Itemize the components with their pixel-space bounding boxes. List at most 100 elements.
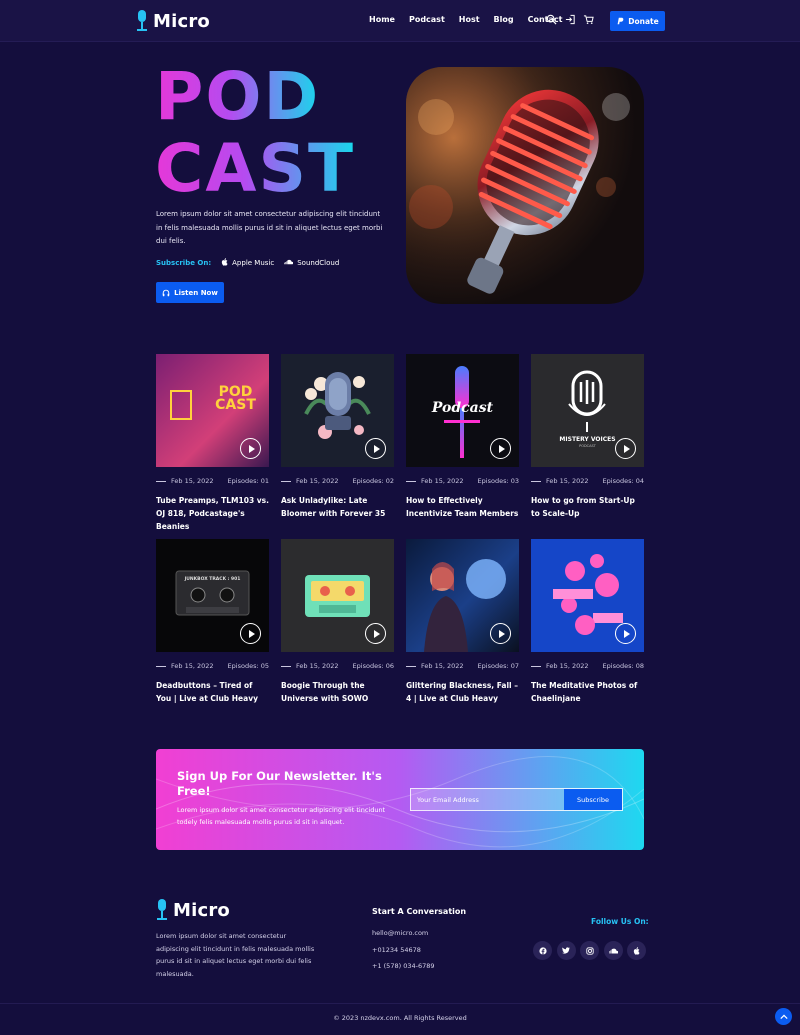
brand-name: Micro bbox=[153, 10, 210, 32]
email-input[interactable] bbox=[411, 789, 564, 810]
episode-title[interactable]: How to Effectively Incentivize Team Memb… bbox=[406, 494, 519, 520]
episode-card-7[interactable]: Feb 15, 2022 Episodes: 07 Glittering Bla… bbox=[406, 539, 519, 705]
social-links bbox=[533, 941, 651, 960]
decorative-frame bbox=[170, 390, 192, 420]
apple-icon[interactable] bbox=[627, 941, 646, 960]
microphone-logo-icon bbox=[136, 10, 148, 32]
newsletter-banner: Sign Up For Our Newsletter. It's Free! L… bbox=[156, 749, 644, 850]
episode-meta: Feb 15, 2022 Episodes: 05 bbox=[156, 662, 269, 670]
soundcloud-link[interactable]: SoundCloud bbox=[284, 259, 339, 267]
episode-title[interactable]: Ask Unladylike: Late Bloomer with Foreve… bbox=[281, 494, 394, 520]
episode-date: Feb 15, 2022 bbox=[421, 477, 464, 485]
episode-number: Episodes: 04 bbox=[602, 477, 644, 485]
episode-thumbnail[interactable] bbox=[281, 354, 394, 467]
meta-dash bbox=[406, 480, 416, 482]
footer-logo[interactable]: Micro bbox=[156, 899, 230, 921]
contact-phone-2[interactable]: +1 (578) 034-6789 bbox=[372, 962, 435, 970]
episode-number: Episodes: 01 bbox=[227, 477, 269, 485]
episode-card-2[interactable]: Feb 15, 2022 Episodes: 02 Ask Unladylike… bbox=[281, 354, 394, 520]
episode-title[interactable]: Deadbuttons – Tired of You | Live at Clu… bbox=[156, 679, 269, 705]
episode-title[interactable]: Glittering Blackness, Fall – 4 | Live at… bbox=[406, 679, 519, 705]
play-button[interactable] bbox=[490, 623, 511, 644]
episode-thumbnail[interactable]: Podcast bbox=[406, 354, 519, 467]
meta-dash bbox=[406, 665, 416, 667]
play-button[interactable] bbox=[365, 623, 386, 644]
play-button[interactable] bbox=[615, 438, 636, 459]
episode-number: Episodes: 03 bbox=[477, 477, 519, 485]
episode-thumbnail[interactable] bbox=[281, 539, 394, 652]
play-button[interactable] bbox=[615, 623, 636, 644]
episode-meta: Feb 15, 2022 Episodes: 06 bbox=[281, 662, 394, 670]
headphones-icon bbox=[162, 289, 170, 296]
soundcloud-label: SoundCloud bbox=[297, 259, 340, 267]
subscribe-row: Subscribe On: Apple Music SoundCloud bbox=[156, 258, 349, 268]
episode-card-4[interactable]: MISTERY VOICES PODCAST Feb 15, 2022 Epis… bbox=[531, 354, 644, 520]
episode-meta: Feb 15, 2022 Episodes: 03 bbox=[406, 477, 519, 485]
top-navbar: Micro Home Podcast Host Blog Contact Don… bbox=[0, 0, 800, 42]
episode-card-8[interactable]: Feb 15, 2022 Episodes: 08 The Meditative… bbox=[531, 539, 644, 705]
subscribe-label: Subscribe On: bbox=[156, 259, 212, 267]
episode-thumbnail[interactable] bbox=[531, 539, 644, 652]
episode-date: Feb 15, 2022 bbox=[296, 477, 339, 485]
episode-title[interactable]: Boogie Through the Universe with SOWO bbox=[281, 679, 394, 705]
nav-item-podcast[interactable]: Podcast bbox=[409, 15, 445, 24]
episode-title[interactable]: The Meditative Photos of Chaelinjane bbox=[531, 679, 644, 705]
donate-button[interactable]: Donate bbox=[610, 11, 665, 31]
nav-item-home[interactable]: Home bbox=[369, 15, 395, 24]
cart-icon[interactable] bbox=[583, 14, 594, 25]
meta-dash bbox=[156, 665, 166, 667]
episode-date: Feb 15, 2022 bbox=[421, 662, 464, 670]
episode-date: Feb 15, 2022 bbox=[546, 662, 589, 670]
play-button[interactable] bbox=[490, 438, 511, 459]
play-button[interactable] bbox=[365, 438, 386, 459]
play-button[interactable] bbox=[240, 623, 261, 644]
scroll-to-top-button[interactable] bbox=[775, 1008, 792, 1025]
apple-icon bbox=[221, 258, 228, 268]
paypal-icon bbox=[617, 17, 624, 25]
episode-card-3[interactable]: Podcast Feb 15, 2022 Episodes: 03 How to… bbox=[406, 354, 519, 520]
contact-email[interactable]: hello@micro.com bbox=[372, 929, 428, 937]
newsletter-title: Sign Up For Our Newsletter. It's Free! bbox=[177, 769, 382, 798]
episode-meta: Feb 15, 2022 Episodes: 02 bbox=[281, 477, 394, 485]
episode-thumbnail[interactable] bbox=[406, 539, 519, 652]
meta-dash bbox=[531, 665, 541, 667]
episode-date: Feb 15, 2022 bbox=[171, 477, 214, 485]
brand-logo[interactable]: Micro bbox=[136, 9, 210, 33]
episode-thumbnail[interactable]: MISTERY VOICES PODCAST bbox=[531, 354, 644, 467]
episode-thumbnail[interactable]: JUNKBOX TRACK : 901 bbox=[156, 539, 269, 652]
follow-label: Follow Us On: bbox=[591, 917, 649, 926]
soundcloud-icon[interactable] bbox=[603, 941, 623, 960]
play-button[interactable] bbox=[240, 438, 261, 459]
episode-thumbnail[interactable]: POD CAST bbox=[156, 354, 269, 467]
instagram-icon[interactable] bbox=[580, 941, 599, 960]
episode-title[interactable]: Tube Preamps, TLM103 vs. OJ 818, Podcast… bbox=[156, 494, 269, 533]
footer-brand-name: Micro bbox=[173, 899, 230, 921]
episode-card-5[interactable]: JUNKBOX TRACK : 901 Feb 15, 2022 Episode… bbox=[156, 539, 269, 705]
subscribe-button[interactable]: Subscribe bbox=[564, 789, 622, 810]
hero-title-line2: CAST bbox=[155, 130, 356, 207]
episode-number: Episodes: 07 bbox=[477, 662, 519, 670]
episode-art-text: JUNKBOX TRACK : 901 bbox=[184, 577, 241, 582]
episode-date: Feb 15, 2022 bbox=[296, 662, 339, 670]
vintage-microphone-illustration bbox=[406, 67, 644, 304]
nav-item-host[interactable]: Host bbox=[459, 15, 480, 24]
contact-phone-1[interactable]: +01234 54678 bbox=[372, 946, 421, 954]
hero-description: Lorem ipsum dolor sit amet consectetur a… bbox=[156, 210, 383, 245]
login-icon[interactable] bbox=[565, 14, 576, 25]
donate-label: Donate bbox=[628, 16, 659, 26]
episode-card-1[interactable]: POD CAST Feb 15, 2022 Episodes: 01 Tube … bbox=[156, 354, 269, 533]
facebook-icon[interactable] bbox=[533, 941, 552, 960]
apple-music-link[interactable]: Apple Music bbox=[221, 258, 274, 268]
search-icon[interactable] bbox=[546, 14, 557, 25]
episode-number: Episodes: 05 bbox=[227, 662, 269, 670]
newsletter-description: Lorem ipsum dolor sit amet consectetur a… bbox=[177, 806, 386, 826]
nav-item-blog[interactable]: Blog bbox=[494, 15, 514, 24]
listen-now-button[interactable]: Listen Now bbox=[156, 282, 224, 303]
episode-meta: Feb 15, 2022 Episodes: 08 bbox=[531, 662, 644, 670]
episode-meta: Feb 15, 2022 Episodes: 07 bbox=[406, 662, 519, 670]
episode-number: Episodes: 06 bbox=[352, 662, 394, 670]
episode-date: Feb 15, 2022 bbox=[171, 662, 214, 670]
episode-card-6[interactable]: Feb 15, 2022 Episodes: 06 Boogie Through… bbox=[281, 539, 394, 705]
twitter-icon[interactable] bbox=[556, 941, 576, 960]
episode-title[interactable]: How to go from Start-Up to Scale-Up bbox=[531, 494, 644, 520]
